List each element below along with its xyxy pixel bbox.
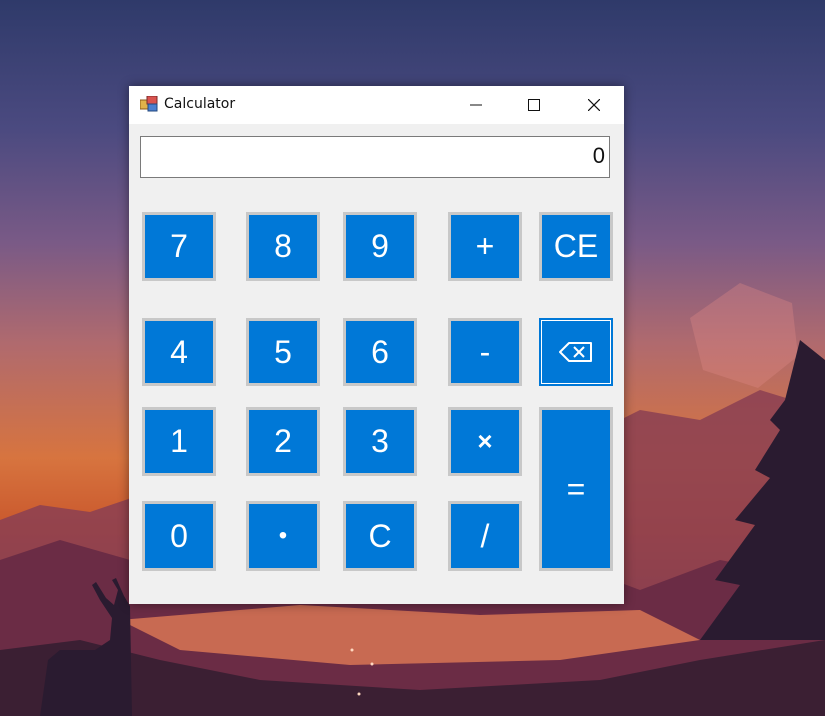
calculator-app-icon <box>140 96 158 112</box>
divide-button[interactable]: / <box>448 501 522 571</box>
wallpaper-hexagon <box>690 283 798 388</box>
result-display[interactable]: 0 <box>140 136 610 178</box>
clear-entry-button[interactable]: CE <box>539 212 613 281</box>
digit-7-button[interactable]: 7 <box>142 212 216 281</box>
minimize-button[interactable] <box>447 86 505 124</box>
digit-2-button[interactable]: 2 <box>246 407 320 476</box>
close-icon <box>588 99 600 111</box>
digit-6-button[interactable]: 6 <box>343 318 417 386</box>
digit-1-button[interactable]: 1 <box>142 407 216 476</box>
backspace-button[interactable] <box>539 318 613 386</box>
equals-button[interactable]: = <box>539 407 613 571</box>
backspace-icon <box>559 342 592 362</box>
title-bar[interactable]: Calculator <box>129 86 624 124</box>
calculator-window: Calculator 0 7 8 9 + CE 4 5 6 - 1 2 3 × … <box>129 86 624 604</box>
multiply-button[interactable]: × <box>448 407 522 476</box>
digit-5-button[interactable]: 5 <box>246 318 320 386</box>
digit-9-button[interactable]: 9 <box>343 212 417 281</box>
wallpaper-star <box>357 692 361 696</box>
wallpaper-star <box>370 662 374 666</box>
digit-0-button[interactable]: 0 <box>142 501 216 571</box>
maximize-button[interactable] <box>505 86 563 124</box>
wallpaper-star <box>350 648 354 652</box>
digit-4-button[interactable]: 4 <box>142 318 216 386</box>
close-button[interactable] <box>565 86 623 124</box>
digit-3-button[interactable]: 3 <box>343 407 417 476</box>
minimize-icon <box>470 104 482 106</box>
maximize-icon <box>528 99 540 111</box>
add-button[interactable]: + <box>448 212 522 281</box>
digit-8-button[interactable]: 8 <box>246 212 320 281</box>
window-title: Calculator <box>164 96 236 112</box>
decimal-point-button[interactable]: • <box>246 501 320 571</box>
subtract-button[interactable]: - <box>448 318 522 386</box>
clear-button[interactable]: C <box>343 501 417 571</box>
